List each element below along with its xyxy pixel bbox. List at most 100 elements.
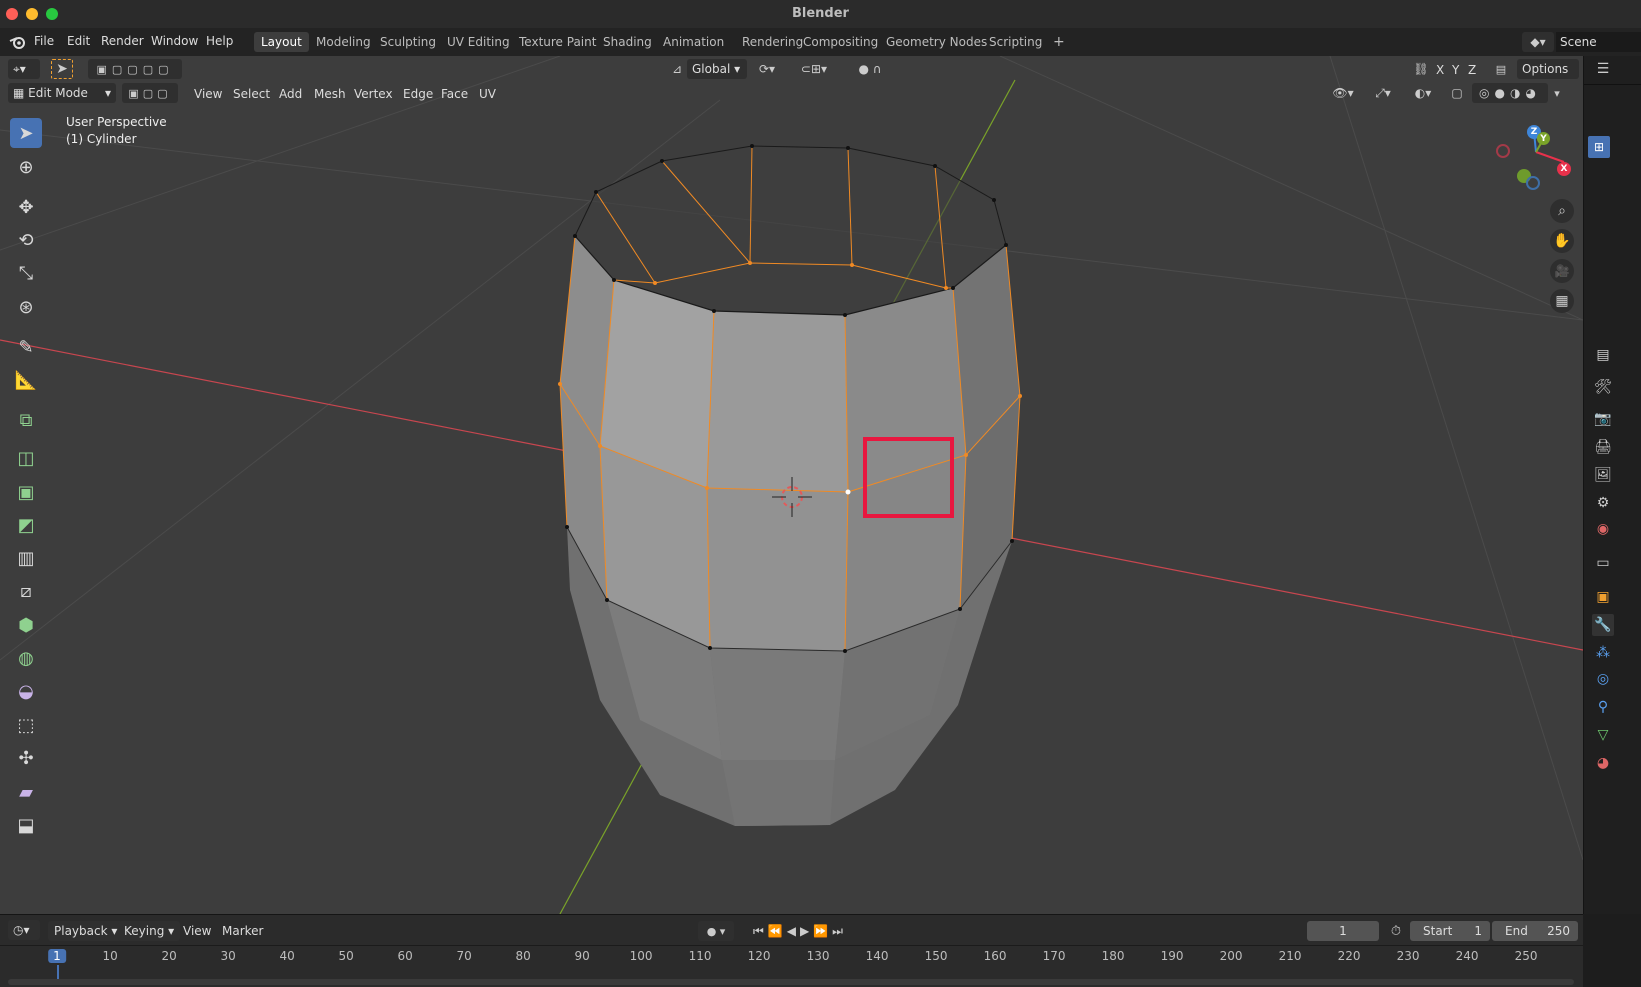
menu-uv[interactable]: UV <box>479 84 496 104</box>
editor-type-icon[interactable]: ⌖▾ <box>8 59 40 79</box>
proportional-editing-icon[interactable]: ● ∩ <box>848 59 892 79</box>
measure-tool-icon[interactable]: 📐 <box>10 365 42 395</box>
playhead-line[interactable] <box>57 965 59 979</box>
bevel-tool-icon[interactable]: ◩ <box>10 510 42 540</box>
shear-tool-icon[interactable]: ▰ <box>10 777 42 807</box>
properties-panel: ☰ ⊞ ▤ 🛠 📷 🖨 🖼 ⚙ ◉ ▭ ▣ 🔧 ⁂ ◎ ⚲ ▽ ◕ <box>1583 56 1641 914</box>
menu-edit[interactable]: Edit <box>67 34 90 48</box>
inset-tool-icon[interactable]: ▣ <box>10 477 42 507</box>
smooth-tool-icon[interactable]: ◒ <box>10 676 42 706</box>
add-workspace-button[interactable]: + <box>1046 32 1072 52</box>
mirror-y-toggle[interactable]: Y <box>1452 60 1459 80</box>
selection-mode-icons[interactable]: ▣▢▢▢▢ <box>88 59 182 79</box>
gizmo-toggle-icon[interactable]: ⤢▾ <box>1366 83 1400 103</box>
perspective-grid-icon[interactable]: ▦ <box>1550 289 1574 313</box>
menu-file[interactable]: File <box>34 34 54 48</box>
pan-hand-icon[interactable]: ✋ <box>1550 229 1574 253</box>
visibility-eye-icon[interactable]: 👁▾ <box>1328 83 1358 103</box>
view-layer-properties-icon[interactable]: 🖼 <box>1592 464 1614 486</box>
gizmo-x-icon[interactable]: X <box>1557 162 1571 176</box>
mode-dropdown[interactable]: ▦ Edit Mode ▾ <box>8 83 116 103</box>
edge-slide-tool-icon[interactable]: ⬚ <box>10 710 42 740</box>
snap-icon[interactable]: ⊂⊞▾ <box>790 59 838 79</box>
camera-icon[interactable]: 🎥 <box>1550 259 1574 283</box>
add-cube-tool-icon[interactable]: ⧉ <box>10 405 42 435</box>
xray-icon[interactable]: ▢ <box>1448 83 1466 103</box>
world-properties-icon[interactable]: ◉ <box>1592 518 1614 540</box>
menu-select[interactable]: Select <box>233 84 270 104</box>
spin-tool-icon[interactable]: ◍ <box>10 643 42 673</box>
select-box-tool-icon[interactable]: ➤ <box>10 118 42 148</box>
particles-properties-icon[interactable]: ⁂ <box>1592 642 1614 664</box>
poly-build-tool-icon[interactable]: ⬢ <box>10 610 42 640</box>
menu-render[interactable]: Render <box>101 34 144 48</box>
tool-properties-icon[interactable]: 🛠 <box>1592 376 1614 398</box>
extrude-tool-icon[interactable]: ◫ <box>10 443 42 473</box>
gizmo-y-icon[interactable]: Y <box>1537 132 1550 145</box>
modifier-properties-icon[interactable]: 🔧 <box>1592 614 1614 636</box>
menu-face[interactable]: Face <box>441 84 468 104</box>
tab-modeling[interactable]: Modeling <box>309 32 378 52</box>
cursor-tool-icon[interactable]: ⊕ <box>10 152 42 182</box>
overlays-icon[interactable]: ◐▾ <box>1406 83 1440 103</box>
tab-shading[interactable]: Shading <box>596 32 659 52</box>
menu-edge[interactable]: Edge <box>403 84 433 104</box>
object-properties-icon[interactable]: ▣ <box>1592 586 1614 608</box>
pivot-point-icon[interactable]: ⟳▾ <box>752 59 782 79</box>
zoom-icon[interactable]: ⌕ <box>1550 199 1574 223</box>
output-properties-icon[interactable]: 🖨 <box>1592 436 1614 458</box>
rotate-tool-icon[interactable]: ⟲ <box>10 225 42 255</box>
active-tool-icon[interactable]: ➤ <box>51 59 73 79</box>
tab-sculpting[interactable]: Sculpting <box>373 32 443 52</box>
scale-tool-icon[interactable]: ⤡ <box>10 258 42 288</box>
constraints-properties-icon[interactable]: ⚲ <box>1592 696 1614 718</box>
mirror-icon[interactable]: ⛓ <box>1412 59 1430 79</box>
loop-cut-tool-icon[interactable]: ▥ <box>10 543 42 573</box>
tab-geometry-nodes[interactable]: Geometry Nodes <box>879 32 994 52</box>
tab-uv-editing[interactable]: UV Editing <box>440 32 517 52</box>
auto-merge-icon[interactable]: ▤ <box>1492 59 1510 79</box>
scene-properties-icon[interactable]: ⚙ <box>1592 492 1614 514</box>
scene-name-field[interactable]: Scene <box>1556 32 1641 52</box>
timeline-scrollbar[interactable] <box>8 979 1574 985</box>
mirror-x-toggle[interactable]: X <box>1436 60 1444 80</box>
data-properties-icon[interactable]: ▽ <box>1592 724 1614 746</box>
rip-region-tool-icon[interactable]: ⬓ <box>10 810 42 840</box>
frame-ruler[interactable]: 1 10 20 30 40 50 60 70 80 90 100 110 120 130 140 150 160… <box>0 915 1583 987</box>
menu-vertex[interactable]: Vertex <box>354 84 393 104</box>
navigation-gizmo[interactable] <box>1496 131 1565 190</box>
menu-view[interactable]: View <box>194 84 222 104</box>
menu-add[interactable]: Add <box>279 84 302 104</box>
move-tool-icon[interactable]: ✥ <box>10 192 42 222</box>
tab-scripting[interactable]: Scripting <box>982 32 1049 52</box>
collection-properties-icon[interactable]: ▭ <box>1592 552 1614 574</box>
render-properties-icon[interactable]: 📷 <box>1592 408 1614 430</box>
material-properties-icon[interactable]: ◕ <box>1592 752 1614 774</box>
shrink-fatten-tool-icon[interactable]: ✣ <box>10 743 42 773</box>
outliner-editor-icon[interactable]: ☰ <box>1592 58 1614 80</box>
shading-mode-icons[interactable]: ◎●◑◕ <box>1472 83 1548 103</box>
outliner-selected-row[interactable]: ⊞ <box>1588 136 1610 158</box>
annotate-tool-icon[interactable]: ✎ <box>10 332 42 362</box>
knife-tool-icon[interactable]: ⧄ <box>10 576 42 606</box>
transform-orientation-icon[interactable]: ⊿ <box>667 59 687 79</box>
tab-compositing[interactable]: Compositing <box>796 32 885 52</box>
select-mode-vertex-edge-face[interactable]: ▣▢▢ <box>122 83 178 103</box>
blender-logo-icon[interactable] <box>8 33 28 51</box>
tab-layout[interactable]: Layout <box>254 32 309 52</box>
transform-orientation-dropdown[interactable]: Global ▾ <box>687 59 747 79</box>
properties-editor-icon[interactable]: ▤ <box>1592 344 1614 366</box>
menu-mesh[interactable]: Mesh <box>314 84 346 104</box>
3d-viewport[interactable]: X Z Y ⌕ ✋ 🎥 ▦ User Perspective (1) Cylin… <box>0 56 1583 914</box>
menu-help[interactable]: Help <box>206 34 233 48</box>
options-dropdown[interactable]: Options ▾ <box>1517 59 1579 96</box>
scene-selector-icon[interactable]: ◆▾ <box>1522 32 1554 52</box>
mirror-z-toggle[interactable]: Z <box>1468 60 1476 80</box>
shading-options-icon[interactable]: ▾ <box>1550 83 1564 103</box>
physics-properties-icon[interactable]: ◎ <box>1592 668 1614 690</box>
menu-window[interactable]: Window <box>151 34 198 48</box>
transform-tool-icon[interactable]: ⊛ <box>10 292 42 322</box>
tab-texture-paint[interactable]: Texture Paint <box>512 32 603 52</box>
tab-animation[interactable]: Animation <box>656 32 731 52</box>
current-frame-indicator[interactable]: 1 <box>48 949 66 963</box>
